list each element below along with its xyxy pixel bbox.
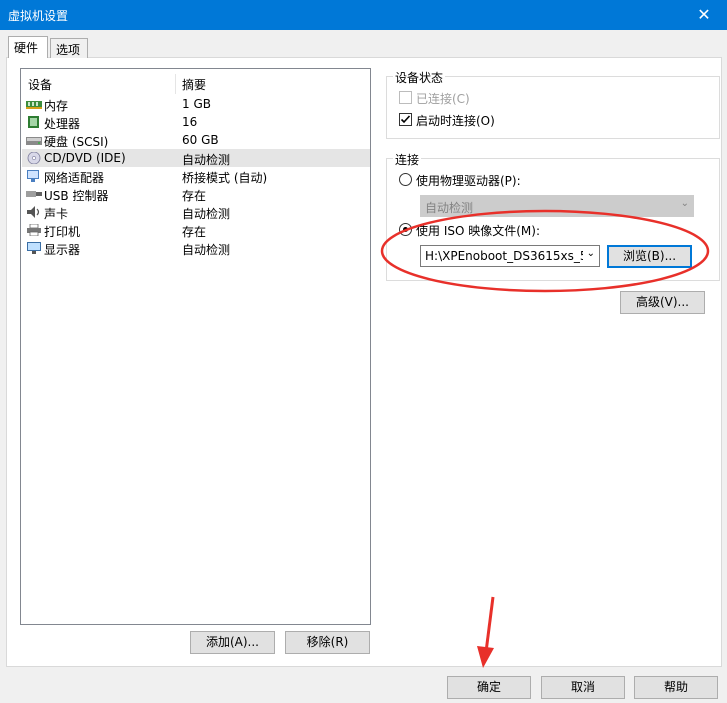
device-list[interactable]: 设备 摘要 内存 1 GB 处理器 16 硬盘 (SCSI) 60 GB CD/… <box>20 68 371 625</box>
tab-options-label: 选项 <box>56 43 81 57</box>
device-name: 硬盘 (SCSI) <box>44 135 109 149</box>
device-row-cd-dvd[interactable]: CD/DVD (IDE) 自动检测 <box>22 149 370 167</box>
device-row-printer[interactable]: 打印机 存在 <box>22 221 370 239</box>
cpu-icon <box>28 116 39 128</box>
device-summary: 自动检测 <box>182 153 231 167</box>
column-header-summary[interactable]: 摘要 <box>182 76 206 93</box>
connected-checkbox[interactable] <box>399 91 412 104</box>
device-name: USB 控制器 <box>44 189 109 203</box>
chevron-down-icon: ⌄ <box>586 248 595 259</box>
ok-button[interactable]: 确定 <box>447 676 531 699</box>
iso-path-select[interactable]: H:\XPEnoboot_DS3615xs_5 ⌄ <box>420 245 600 267</box>
device-row-usb-controller[interactable]: USB 控制器 存在 <box>22 185 370 203</box>
device-summary: 存在 <box>182 225 207 239</box>
tab-hardware[interactable]: 硬件 <box>8 36 48 58</box>
add-device-button[interactable]: 添加(A)... <box>190 631 275 654</box>
memory-icon <box>26 101 42 109</box>
window-title: 虚拟机设置 <box>8 9 69 23</box>
device-summary: 自动检测 <box>182 243 231 257</box>
device-row-processor[interactable]: 处理器 16 <box>22 113 370 131</box>
column-separator[interactable] <box>175 74 176 94</box>
connect-on-start-checkbox[interactable] <box>399 113 412 126</box>
device-summary: 存在 <box>182 189 207 203</box>
physical-drive-label: 使用物理驱动器(P): <box>416 174 521 188</box>
help-button[interactable]: 帮助 <box>634 676 718 699</box>
tab-options[interactable]: 选项 <box>50 38 88 58</box>
device-summary: 16 <box>182 115 198 129</box>
checkmark-icon <box>400 115 411 124</box>
cd-dvd-icon <box>27 152 41 164</box>
physical-drive-value: 自动检测 <box>425 201 474 215</box>
speaker-icon <box>27 206 40 218</box>
printer-icon <box>27 224 41 236</box>
device-name: 内存 <box>44 99 69 113</box>
device-row-memory[interactable]: 内存 1 GB <box>22 95 370 113</box>
browse-button[interactable]: 浏览(B)... <box>607 245 692 268</box>
device-row-monitor[interactable]: 显示器 自动检测 <box>22 239 370 257</box>
connected-label: 已连接(C) <box>416 92 470 106</box>
device-list-header: 设备 摘要 <box>21 72 370 94</box>
device-name: 打印机 <box>44 225 81 239</box>
device-summary: 60 GB <box>182 133 219 147</box>
device-name: 处理器 <box>44 117 81 131</box>
device-name: 声卡 <box>44 207 69 221</box>
column-header-device[interactable]: 设备 <box>28 76 52 93</box>
device-row-sound-card[interactable]: 声卡 自动检测 <box>22 203 370 221</box>
remove-device-button[interactable]: 移除(R) <box>285 631 370 654</box>
connection-title: 连接 <box>393 151 422 168</box>
device-row-network-adapter[interactable]: 网络适配器 桥接模式 (自动) <box>22 167 370 185</box>
device-summary: 1 GB <box>182 97 211 111</box>
network-adapter-icon <box>27 170 39 182</box>
physical-drive-radio[interactable] <box>399 173 412 186</box>
monitor-icon <box>27 242 41 254</box>
device-status-title: 设备状态 <box>393 69 446 86</box>
iso-image-radio[interactable] <box>399 223 412 236</box>
iso-image-label: 使用 ISO 映像文件(M): <box>416 224 540 238</box>
device-summary: 自动检测 <box>182 207 231 221</box>
device-name: 显示器 <box>44 243 81 257</box>
harddisk-icon <box>26 137 42 145</box>
physical-drive-select[interactable]: 自动检测 ⌄ <box>420 195 694 217</box>
advanced-button[interactable]: 高级(V)... <box>620 291 705 314</box>
tab-hardware-label: 硬件 <box>14 41 39 55</box>
usb-icon <box>26 191 42 197</box>
close-icon[interactable]: ✕ <box>681 0 727 30</box>
iso-path-value: H:\XPEnoboot_DS3615xs_5 <box>425 249 583 263</box>
title-bar: 虚拟机设置 ✕ <box>0 0 727 30</box>
device-name: 网络适配器 <box>44 171 105 185</box>
chevron-down-icon: ⌄ <box>680 198 689 209</box>
device-summary: 桥接模式 (自动) <box>182 171 268 185</box>
connect-on-start-label: 启动时连接(O) <box>416 114 495 128</box>
device-row-harddisk[interactable]: 硬盘 (SCSI) 60 GB <box>22 131 370 149</box>
cancel-button[interactable]: 取消 <box>541 676 625 699</box>
device-name: CD/DVD (IDE) <box>44 151 126 165</box>
